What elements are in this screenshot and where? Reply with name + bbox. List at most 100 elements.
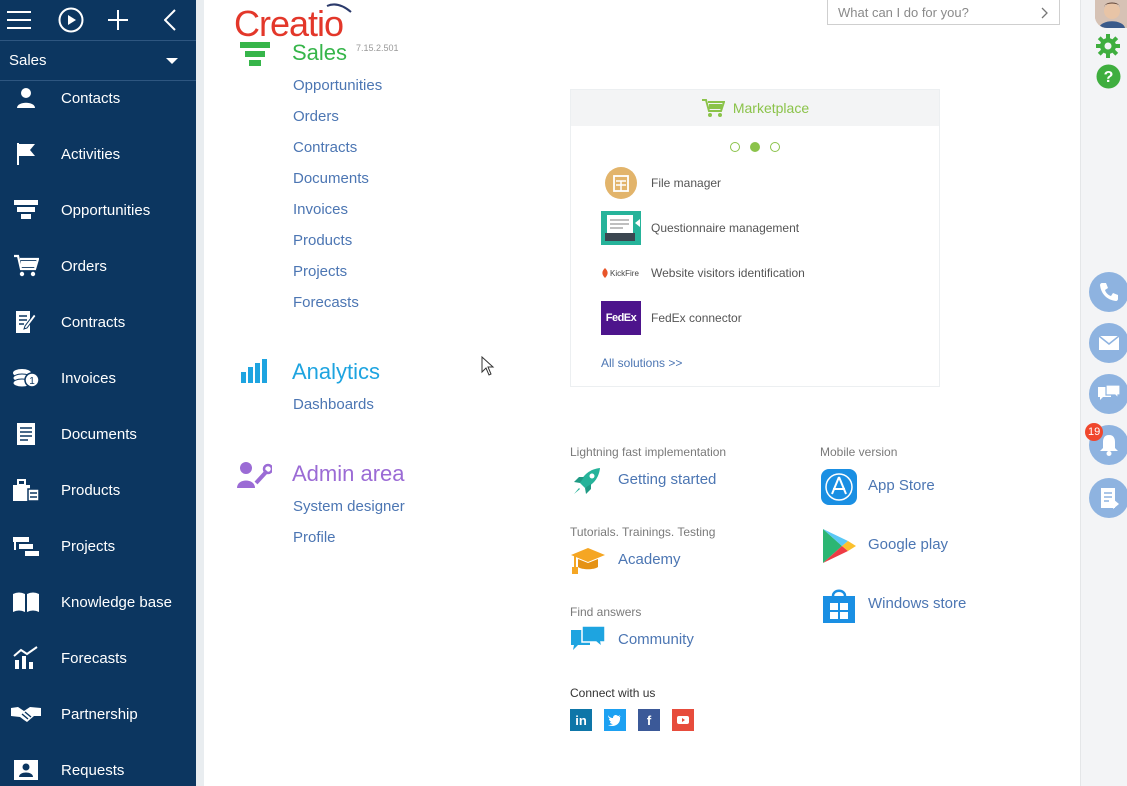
cart-icon bbox=[701, 99, 725, 117]
link-windows-store[interactable]: Windows store bbox=[868, 595, 966, 612]
sidebar-item-projects[interactable]: Projects bbox=[0, 518, 196, 574]
logo-swoosh-icon bbox=[326, 3, 352, 13]
link-community[interactable]: Community bbox=[618, 631, 694, 648]
link-dashboards[interactable]: Dashboards bbox=[293, 396, 374, 413]
link-profile[interactable]: Profile bbox=[293, 529, 336, 546]
link-google-play[interactable]: Google play bbox=[868, 536, 948, 553]
link-getting-started[interactable]: Getting started bbox=[618, 471, 716, 488]
feed-icon bbox=[1101, 488, 1119, 509]
sidebar-item-partnership[interactable]: Partnership bbox=[0, 686, 196, 742]
sidebar-item-contacts[interactable]: Contacts bbox=[0, 70, 196, 126]
link-app-store[interactable]: App Store bbox=[868, 477, 935, 494]
menu-button[interactable] bbox=[0, 0, 38, 41]
email-button[interactable] bbox=[1089, 323, 1127, 363]
command-search[interactable] bbox=[827, 0, 1060, 25]
rocket-icon bbox=[574, 468, 600, 494]
feed-button[interactable] bbox=[1089, 478, 1127, 518]
phone-icon bbox=[1100, 283, 1118, 301]
link-opportunities[interactable]: Opportunities bbox=[293, 77, 382, 94]
sidebar-item-opportunities[interactable]: Opportunities bbox=[0, 182, 196, 238]
youtube-play-icon bbox=[677, 716, 689, 724]
link-projects[interactable]: Projects bbox=[293, 263, 347, 280]
avatar[interactable] bbox=[1095, 0, 1127, 28]
handshake-icon bbox=[11, 707, 41, 722]
sidebar-item-label: Orders bbox=[61, 257, 107, 275]
marketplace-header[interactable]: Marketplace bbox=[571, 90, 939, 126]
play-icon bbox=[58, 7, 84, 33]
bell-icon bbox=[1100, 435, 1118, 456]
carousel-dot-3[interactable] bbox=[770, 142, 780, 152]
marketplace-item-label: FedEx connector bbox=[651, 311, 742, 325]
gear-icon[interactable] bbox=[1095, 33, 1121, 59]
marketplace-item-website-visitors[interactable]: KickFire Website visitors identification bbox=[601, 255, 805, 291]
flag-icon bbox=[17, 143, 35, 165]
marketplace-item-file-manager[interactable]: File manager bbox=[601, 165, 721, 201]
google-play-icon[interactable] bbox=[820, 527, 858, 565]
sidebar: Sales Contacts Activities Opportunities … bbox=[0, 0, 196, 786]
carousel-dot-1[interactable] bbox=[730, 142, 740, 152]
marketplace-item-label: File manager bbox=[651, 176, 722, 190]
sidebar-item-requests[interactable]: Requests bbox=[0, 742, 196, 786]
mouse-cursor-icon bbox=[481, 356, 495, 376]
all-solutions-link[interactable]: All solutions >> bbox=[601, 356, 682, 370]
caption-tutorials: Tutorials. Trainings. Testing bbox=[570, 525, 716, 539]
communication-panel: ? 19 bbox=[1080, 0, 1127, 786]
link-documents[interactable]: Documents bbox=[293, 170, 369, 187]
sidebar-item-products[interactable]: Products bbox=[0, 462, 196, 518]
products-icon bbox=[13, 479, 40, 502]
chevron-right-icon[interactable] bbox=[1041, 7, 1049, 19]
link-invoices[interactable]: Invoices bbox=[293, 201, 348, 218]
link-contracts[interactable]: Contracts bbox=[293, 139, 357, 156]
marketplace-item-fedex[interactable]: FedEx FedEx connector bbox=[601, 300, 742, 336]
svg-text:?: ? bbox=[1104, 69, 1114, 86]
projects-icon bbox=[13, 537, 39, 556]
section-title-admin-area[interactable]: Admin area bbox=[292, 461, 405, 487]
user-photo-icon bbox=[1095, 0, 1127, 28]
section-title-sales[interactable]: Sales bbox=[292, 40, 347, 66]
sidebar-item-contracts[interactable]: Contracts bbox=[0, 294, 196, 350]
sidebar-item-orders[interactable]: Orders bbox=[0, 238, 196, 294]
sidebar-item-label: Knowledge base bbox=[61, 593, 172, 611]
sidebar-item-label: Contracts bbox=[61, 313, 126, 331]
carousel-dot-2[interactable] bbox=[750, 142, 760, 152]
svg-text:1: 1 bbox=[29, 376, 35, 387]
sidebar-item-invoices[interactable]: 1 Invoices bbox=[0, 350, 196, 406]
kickfire-logo-text: KickFire bbox=[610, 268, 639, 278]
fedex-logo-icon: FedEx bbox=[601, 301, 641, 335]
collapse-button[interactable] bbox=[151, 0, 189, 41]
twitter-icon[interactable] bbox=[604, 709, 626, 731]
processes-button[interactable] bbox=[52, 0, 90, 41]
app-store-icon[interactable] bbox=[820, 468, 858, 506]
document-icon bbox=[17, 423, 35, 445]
admin-tools-icon bbox=[237, 462, 272, 488]
chevron-left-icon bbox=[164, 9, 176, 31]
windows-store-icon[interactable] bbox=[820, 586, 858, 624]
section-nav: Contacts Activities Opportunities Orders… bbox=[0, 70, 196, 786]
marketplace-item-label: Questionnaire management bbox=[651, 221, 800, 235]
chat-icon bbox=[1098, 384, 1121, 400]
sidebar-item-label: Contacts bbox=[61, 89, 121, 107]
marketplace-widget: Marketplace File manager Questionnaire m… bbox=[570, 89, 940, 387]
phone-button[interactable] bbox=[1089, 272, 1127, 312]
linkedin-icon[interactable]: in bbox=[570, 709, 592, 731]
help-icon[interactable]: ? bbox=[1096, 64, 1121, 89]
chat-button[interactable] bbox=[1089, 374, 1127, 414]
workspace-label: Sales bbox=[9, 52, 47, 69]
section-title-analytics[interactable]: Analytics bbox=[292, 359, 380, 385]
facebook-icon[interactable]: f bbox=[638, 709, 660, 731]
sidebar-item-forecasts[interactable]: Forecasts bbox=[0, 630, 196, 686]
add-button[interactable] bbox=[99, 0, 137, 41]
sidebar-item-activities[interactable]: Activities bbox=[0, 126, 196, 182]
sidebar-item-knowledge-base[interactable]: Knowledge base bbox=[0, 574, 196, 630]
caption-mobile: Mobile version bbox=[820, 445, 898, 459]
link-orders[interactable]: Orders bbox=[293, 108, 339, 125]
command-search-input[interactable] bbox=[838, 4, 1028, 20]
sidebar-item-documents[interactable]: Documents bbox=[0, 406, 196, 462]
link-products[interactable]: Products bbox=[293, 232, 352, 249]
link-academy[interactable]: Academy bbox=[618, 551, 681, 568]
link-forecasts[interactable]: Forecasts bbox=[293, 294, 359, 311]
youtube-icon[interactable] bbox=[672, 709, 694, 731]
plus-icon bbox=[108, 10, 128, 30]
link-system-designer[interactable]: System designer bbox=[293, 498, 405, 515]
marketplace-item-questionnaire[interactable]: Questionnaire management bbox=[601, 210, 799, 246]
